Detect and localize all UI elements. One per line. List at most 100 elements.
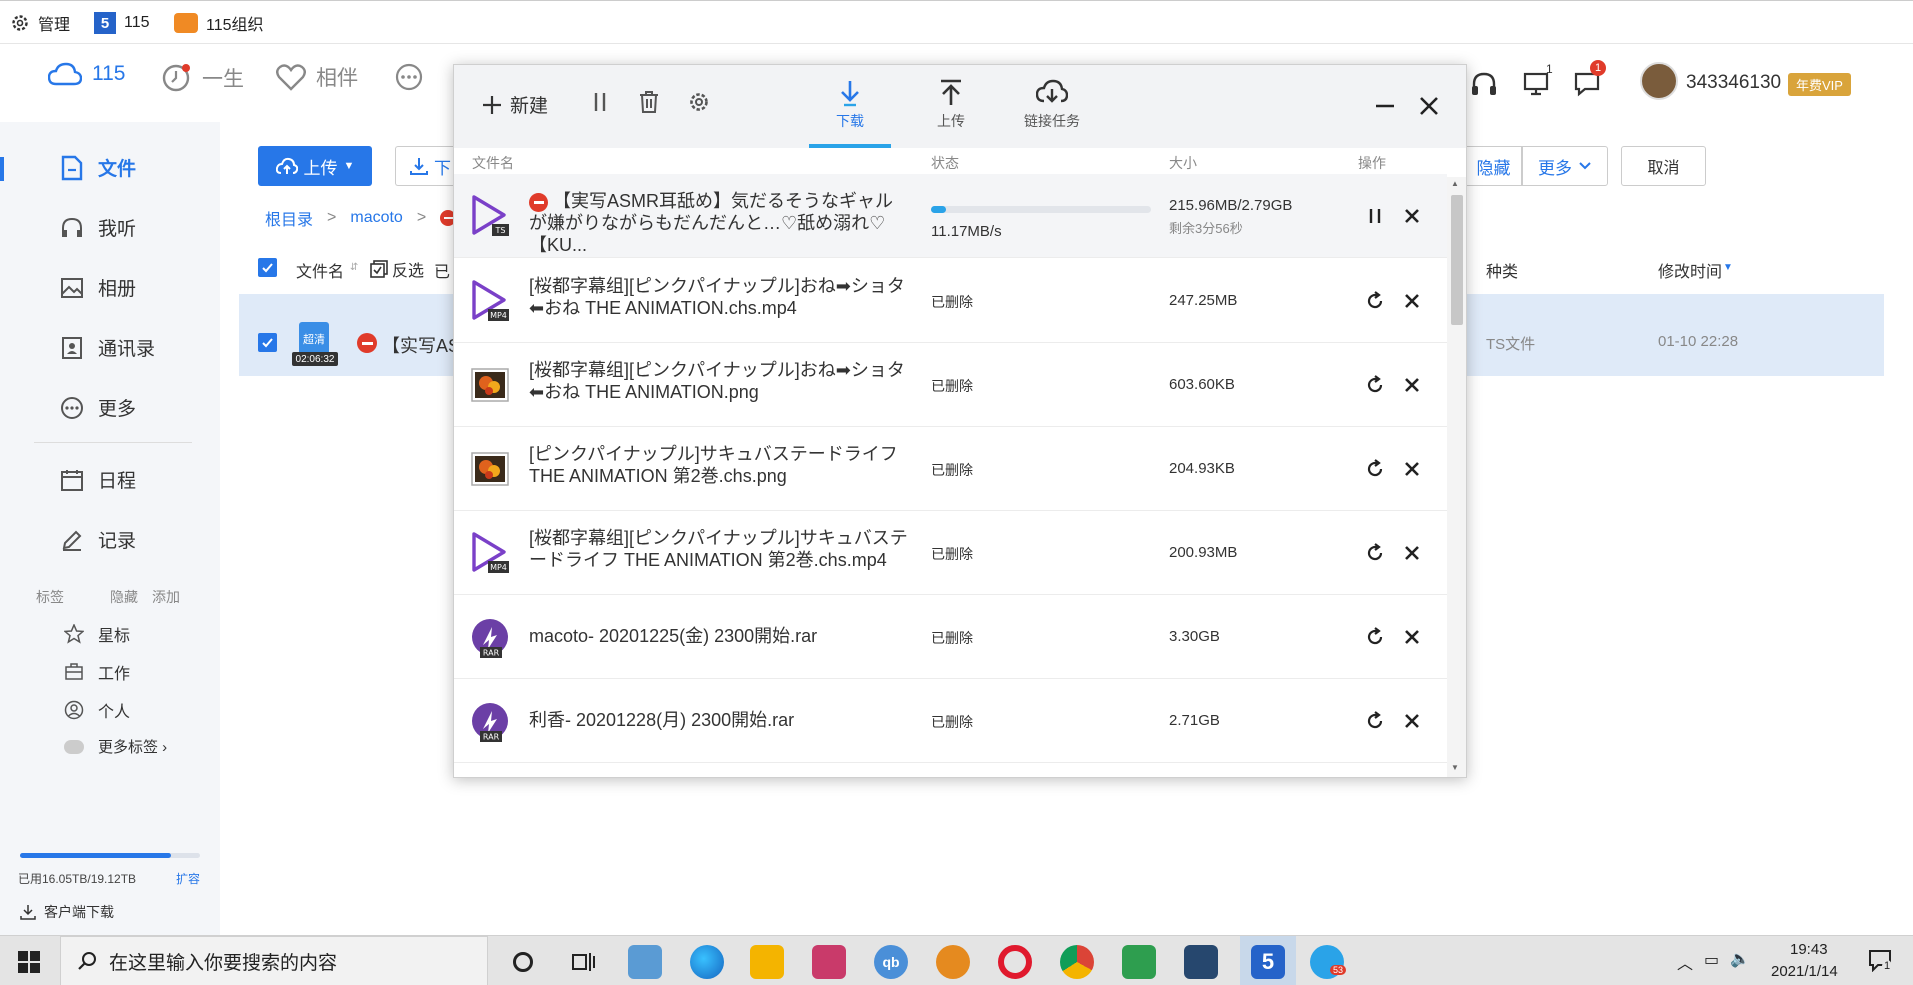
scroll-down-icon[interactable]: ▼ bbox=[1451, 763, 1459, 772]
volume-icon[interactable]: 🔈 bbox=[1730, 949, 1750, 969]
pause-task-button[interactable] bbox=[1364, 205, 1386, 227]
qbittorrent-icon[interactable]: qb bbox=[874, 945, 908, 979]
transfer-row[interactable]: [桜都字幕组][ピンクパイナップル]おね➡ショタ⬅おね THE ANIMATIO… bbox=[454, 343, 1447, 427]
app-icon[interactable] bbox=[812, 945, 846, 979]
sidebar-item-notes[interactable]: 记录 bbox=[60, 526, 136, 553]
orange-app-icon[interactable] bbox=[936, 945, 970, 979]
manage-link[interactable]: 管理 bbox=[10, 9, 70, 37]
tray-chevron-up-icon[interactable]: ︿ bbox=[1677, 950, 1693, 974]
clock-time[interactable]: 19:43 bbox=[1790, 941, 1828, 958]
clock-date[interactable]: 2021/1/14 bbox=[1771, 963, 1838, 980]
tab-link-task[interactable]: 链接任务 bbox=[1011, 79, 1093, 131]
remove-task-button[interactable] bbox=[1401, 710, 1423, 732]
opera-icon[interactable] bbox=[998, 945, 1032, 979]
more-dots-button[interactable] bbox=[394, 62, 424, 92]
col-kind-header[interactable]: 种类 bbox=[1486, 258, 1518, 282]
upload-button[interactable]: 上传 ▼ bbox=[258, 146, 372, 186]
minimize-button[interactable] bbox=[1374, 95, 1396, 117]
notification-button[interactable]: 1 bbox=[1868, 948, 1893, 972]
retry-button[interactable] bbox=[1364, 626, 1386, 648]
transfer-row[interactable]: TS 【実写ASMR耳舐め】気だるそうなギャルが嫌がりながらもだんだんと…♡舐め… bbox=[454, 174, 1447, 258]
retry-button[interactable] bbox=[1364, 458, 1386, 480]
retry-button[interactable] bbox=[1364, 374, 1386, 396]
cortana-button[interactable] bbox=[506, 945, 540, 979]
telegram-icon[interactable]: 53 bbox=[1310, 945, 1347, 979]
tags-hide-link[interactable]: 隐藏 bbox=[110, 587, 138, 607]
sidebar-item-contacts[interactable]: 通讯录 bbox=[60, 334, 155, 361]
duration-text: 02:06:32 bbox=[295, 353, 335, 365]
expand-link[interactable]: 扩容 bbox=[176, 870, 200, 887]
close-button[interactable] bbox=[1418, 95, 1440, 117]
remove-task-button[interactable] bbox=[1401, 290, 1423, 312]
nav-115[interactable]: 115 bbox=[48, 62, 125, 86]
col-modified-header[interactable]: 修改时间 bbox=[1658, 258, 1722, 282]
s115-app-icon[interactable]: 5 bbox=[1251, 945, 1285, 979]
sidebar-item-calendar[interactable]: 日程 bbox=[60, 466, 136, 493]
tag-more[interactable]: 更多标签 › bbox=[64, 736, 167, 757]
crumb-macoto[interactable]: macoto bbox=[350, 209, 402, 227]
remove-task-button[interactable] bbox=[1401, 542, 1423, 564]
retry-button[interactable] bbox=[1364, 710, 1386, 732]
file-status: 已删除 bbox=[931, 378, 973, 394]
crumb-root[interactable]: 根目录 bbox=[265, 206, 313, 230]
tab-upload[interactable]: 上传 bbox=[910, 79, 992, 131]
row-checkbox[interactable] bbox=[258, 333, 277, 352]
taskbar-search-box[interactable]: 在这里输入你要搜索的内容 bbox=[60, 936, 488, 985]
pause-all-button[interactable] bbox=[590, 91, 610, 113]
person-icon bbox=[64, 700, 84, 720]
rar-file-icon: RAR bbox=[470, 615, 510, 659]
nav-xiangban[interactable]: 相伴 bbox=[276, 62, 358, 92]
download-button[interactable]: 下 bbox=[395, 146, 453, 186]
hide-button[interactable]: 隐藏 bbox=[1466, 146, 1522, 186]
invert-select-button[interactable]: 反选 bbox=[370, 257, 424, 281]
select-all-checkbox[interactable] bbox=[258, 258, 277, 277]
cancel-button[interactable]: 取消 bbox=[1621, 146, 1706, 186]
sidebar-item-files[interactable]: 文件 bbox=[60, 154, 136, 181]
video-thumbnail[interactable]: 超清 02:06:32 bbox=[292, 322, 338, 368]
transfer-row[interactable]: MP4 [桜都字幕组][ピンクパイナップル]おね➡ショタ⬅おね THE ANIM… bbox=[454, 259, 1447, 343]
avatar[interactable] bbox=[1640, 62, 1678, 100]
cat-app-icon[interactable] bbox=[1184, 945, 1218, 979]
s115-link[interactable]: 5 115 bbox=[94, 9, 150, 37]
headphone-button[interactable] bbox=[1470, 70, 1498, 98]
sidebar-item-more[interactable]: 更多 bbox=[60, 394, 136, 421]
transfer-row[interactable]: RAR macoto- 20201225(金) 2300開始.rar 已删除 3… bbox=[454, 595, 1447, 679]
tag-star[interactable]: 星标 bbox=[64, 622, 130, 646]
star-icon bbox=[64, 624, 84, 644]
new-task-button[interactable]: 新建 bbox=[482, 91, 548, 118]
tag-personal[interactable]: 个人 bbox=[64, 698, 130, 722]
device-button[interactable]: 1 bbox=[1522, 62, 1553, 98]
retry-button[interactable] bbox=[1364, 290, 1386, 312]
start-button[interactable] bbox=[18, 951, 40, 973]
scroll-up-icon[interactable]: ▲ bbox=[1451, 179, 1459, 188]
tags-add-link[interactable]: 添加 bbox=[152, 587, 180, 607]
chat-button[interactable]: 1 bbox=[1572, 60, 1606, 98]
remove-task-button[interactable] bbox=[1401, 626, 1423, 648]
transfer-row[interactable]: [ピンクパイナップル]サキュバステードライフ THE ANIMATION 第2巻… bbox=[454, 427, 1447, 511]
battery-icon[interactable]: ▭ bbox=[1704, 950, 1719, 970]
delete-button[interactable] bbox=[639, 91, 659, 113]
org-link[interactable]: 115组织 bbox=[174, 9, 264, 37]
cancel-task-button[interactable] bbox=[1401, 205, 1423, 227]
settings-button[interactable] bbox=[688, 91, 710, 113]
sidebar-item-album[interactable]: 相册 bbox=[60, 274, 136, 301]
remove-task-button[interactable] bbox=[1401, 374, 1423, 396]
remove-task-button[interactable] bbox=[1401, 458, 1423, 480]
sidebar-item-listen[interactable]: 我听 bbox=[60, 214, 136, 241]
file-explorer-icon[interactable] bbox=[750, 945, 784, 979]
nav-yisheng[interactable]: 一生 bbox=[160, 62, 244, 94]
transfer-row[interactable]: MP4 [桜都字幕组][ピンクパイナップル]サキュバステードライフ THE AN… bbox=[454, 511, 1447, 595]
task-view-button[interactable] bbox=[566, 945, 600, 979]
laptop-app-icon[interactable] bbox=[628, 945, 662, 979]
chrome-icon[interactable] bbox=[1060, 945, 1094, 979]
client-download-link[interactable]: 客户端下载 bbox=[20, 902, 114, 922]
green-app-icon[interactable] bbox=[1122, 945, 1156, 979]
more-button[interactable]: 更多 bbox=[1522, 146, 1608, 186]
transfer-row[interactable]: RAR 利香- 20201228(月) 2300開始.rar 已删除 2.71G… bbox=[454, 679, 1447, 763]
retry-button[interactable] bbox=[1364, 542, 1386, 564]
tab-download[interactable]: 下载 bbox=[809, 79, 891, 131]
col-filename-header[interactable]: 文件名 bbox=[296, 258, 344, 282]
edge-browser-icon[interactable] bbox=[690, 945, 724, 979]
tag-work[interactable]: 工作 bbox=[64, 660, 130, 684]
scrollbar-thumb[interactable] bbox=[1451, 195, 1463, 325]
